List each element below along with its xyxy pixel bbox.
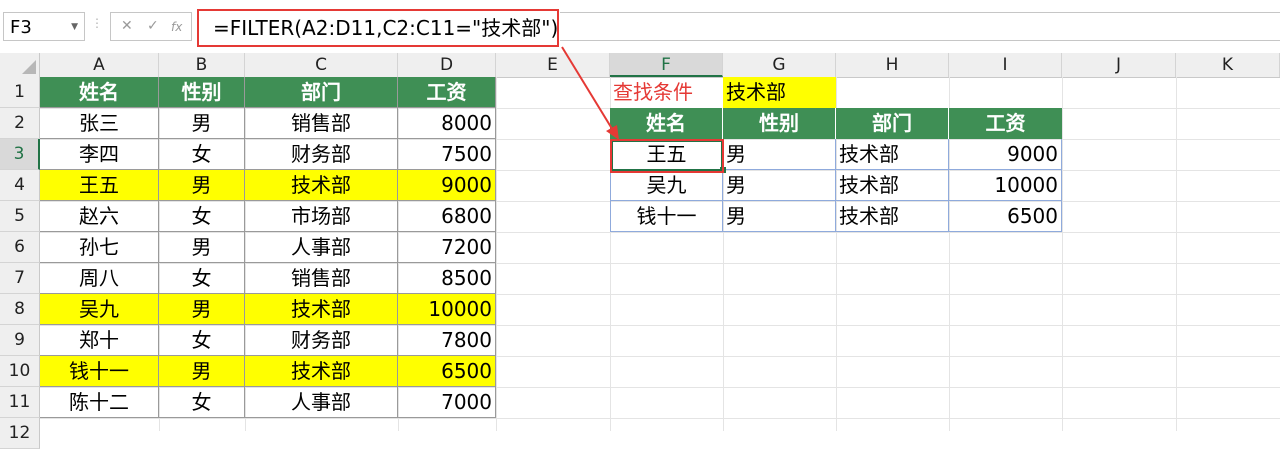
table-cell[interactable]: 男 [159,170,245,201]
row-header-11[interactable]: 11 [0,387,40,418]
column-header-j[interactable]: J [1062,53,1176,77]
column-header-row: A B C D E F G H I J K [0,53,1280,78]
table-cell[interactable]: 10000 [398,294,496,325]
table-cell[interactable]: 技术部 [245,294,398,325]
column-header-i[interactable]: I [949,53,1062,77]
table-cell[interactable]: 陈十二 [40,387,159,418]
result-cell[interactable]: 吴九 [610,170,723,201]
column-header-e[interactable]: E [496,53,610,77]
row-header-4[interactable]: 4 [0,170,40,201]
formula-input-extension[interactable] [560,12,1280,41]
result-cell[interactable]: 9000 [949,139,1062,170]
row-header-2[interactable]: 2 [0,108,40,139]
table-cell[interactable]: 8500 [398,263,496,294]
table-cell[interactable]: 人事部 [245,387,398,418]
table-cell[interactable]: 女 [159,139,245,170]
row-header-10[interactable]: 10 [0,356,40,387]
header-cell-name[interactable]: 姓名 [40,77,159,108]
fx-icon[interactable]: fx [171,20,182,34]
criteria-label[interactable]: 查找条件 [610,77,723,108]
table-cell[interactable]: 财务部 [245,325,398,356]
result-cell[interactable]: 6500 [949,201,1062,232]
confirm-icon[interactable]: ✓ [147,18,159,34]
result-header-gender[interactable]: 性别 [723,108,836,139]
table-cell[interactable]: 钱十一 [40,356,159,387]
column-header-d[interactable]: D [398,53,496,77]
result-cell[interactable]: 10000 [949,170,1062,201]
row-header-12[interactable]: 12 [0,418,40,449]
row-header-7[interactable]: 7 [0,263,40,294]
table-cell[interactable]: 技术部 [245,356,398,387]
formula-buttons: ✕ ✓ fx [110,12,192,41]
result-header-name[interactable]: 姓名 [610,108,723,139]
header-cell-salary[interactable]: 工资 [398,77,496,108]
row-header-5[interactable]: 5 [0,201,40,232]
result-cell[interactable]: 男 [723,201,836,232]
table-cell[interactable]: 7800 [398,325,496,356]
column-header-g[interactable]: G [723,53,836,77]
table-cell[interactable]: 销售部 [245,108,398,139]
name-box-value: F3 [10,17,32,38]
column-header-b[interactable]: B [159,53,245,77]
header-cell-dept[interactable]: 部门 [245,77,398,108]
table-cell[interactable]: 男 [159,356,245,387]
row-header-1[interactable]: 1 [0,77,40,108]
select-all-corner[interactable] [0,53,40,77]
table-cell[interactable]: 王五 [40,170,159,201]
table-cell[interactable]: 7200 [398,232,496,263]
drag-handle-icon[interactable]: ⋮ [91,16,103,30]
row-header-9[interactable]: 9 [0,325,40,356]
result-cell[interactable]: 技术部 [836,170,949,201]
header-cell-gender[interactable]: 性别 [159,77,245,108]
table-cell[interactable]: 孙七 [40,232,159,263]
table-cell[interactable]: 周八 [40,263,159,294]
name-box[interactable]: F3 ▼ [3,12,85,41]
table-cell[interactable]: 8000 [398,108,496,139]
table-cell[interactable]: 张三 [40,108,159,139]
formula-text: =FILTER(A2:D11,C2:C11="技术部") [213,16,559,40]
table-cell[interactable]: 女 [159,387,245,418]
annotation-highlight-box [610,139,724,173]
table-cell[interactable]: 7000 [398,387,496,418]
criteria-value[interactable]: 技术部 [723,77,836,108]
table-cell[interactable]: 技术部 [245,170,398,201]
result-cell[interactable]: 男 [723,170,836,201]
table-cell[interactable]: 郑十 [40,325,159,356]
column-header-f[interactable]: F [610,53,723,77]
result-cell[interactable]: 技术部 [836,201,949,232]
table-cell[interactable]: 6800 [398,201,496,232]
table-cell[interactable]: 销售部 [245,263,398,294]
table-cell[interactable]: 女 [159,325,245,356]
table-cell[interactable]: 6500 [398,356,496,387]
table-cell[interactable]: 吴九 [40,294,159,325]
column-header-k[interactable]: K [1176,53,1280,77]
row-header-3[interactable]: 3 [0,139,40,170]
column-header-c[interactable]: C [245,53,398,77]
table-cell[interactable]: 市场部 [245,201,398,232]
result-cell[interactable]: 男 [723,139,836,170]
cancel-icon[interactable]: ✕ [121,18,133,34]
table-cell[interactable]: 7500 [398,139,496,170]
table-cell[interactable]: 赵六 [40,201,159,232]
formula-bar: F3 ▼ ⋮ ✕ ✓ fx =FILTER(A2:D11,C2:C11="技术部… [0,0,1280,54]
result-header-salary[interactable]: 工资 [949,108,1062,139]
result-cell[interactable]: 钱十一 [610,201,723,232]
row-header-8[interactable]: 8 [0,294,40,325]
table-cell[interactable]: 女 [159,201,245,232]
column-header-h[interactable]: H [836,53,949,77]
table-cell[interactable]: 男 [159,232,245,263]
result-header-dept[interactable]: 部门 [836,108,949,139]
result-cell[interactable]: 技术部 [836,139,949,170]
table-cell[interactable]: 9000 [398,170,496,201]
table-cell[interactable]: 财务部 [245,139,398,170]
table-cell[interactable]: 李四 [40,139,159,170]
row-header-6[interactable]: 6 [0,232,40,263]
chevron-down-icon[interactable]: ▼ [71,13,78,42]
table-cell[interactable]: 女 [159,263,245,294]
formula-input[interactable]: =FILTER(A2:D11,C2:C11="技术部") [197,9,559,47]
table-cell[interactable]: 人事部 [245,232,398,263]
table-cell[interactable]: 男 [159,108,245,139]
column-header-a[interactable]: A [40,53,159,77]
table-cell[interactable]: 男 [159,294,245,325]
